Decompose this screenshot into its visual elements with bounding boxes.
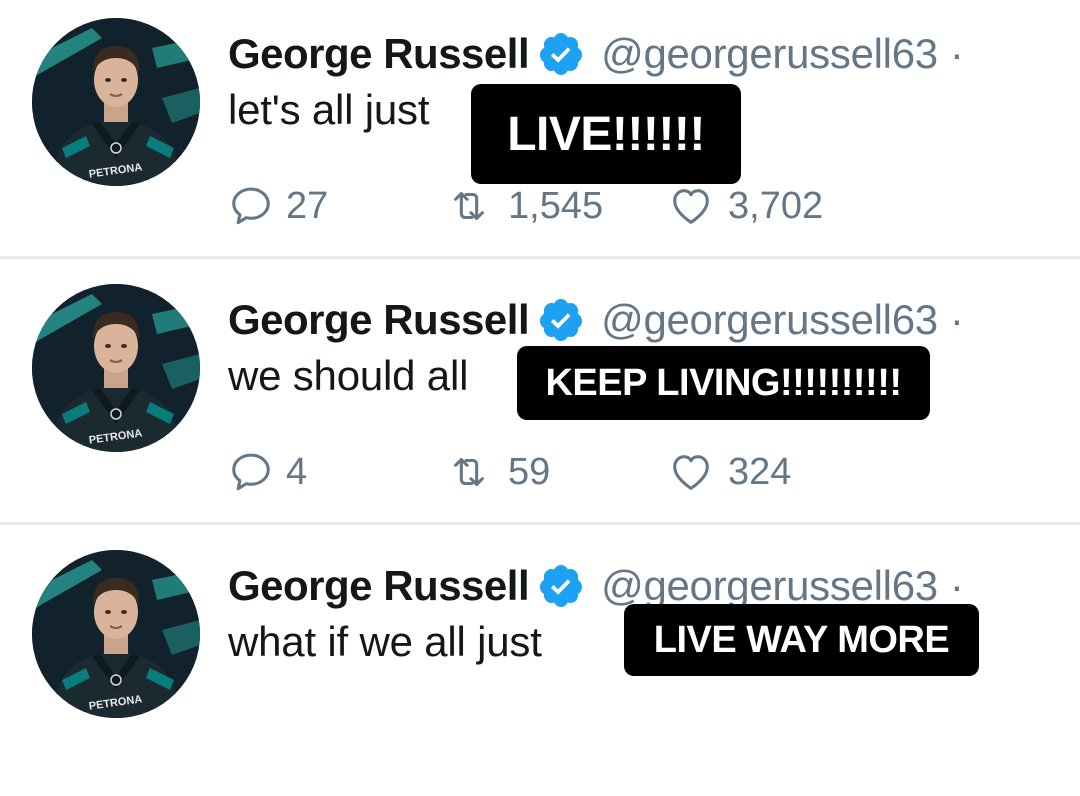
sticker-overlay: LIVE WAY MORE xyxy=(624,604,979,676)
tweet-text: we should all xyxy=(228,352,468,400)
verified-badge-icon xyxy=(537,562,585,610)
separator-dot: · xyxy=(949,30,964,77)
heart-icon xyxy=(666,183,716,229)
like-count: 3,702 xyxy=(728,184,824,227)
avatar[interactable] xyxy=(32,550,200,718)
tweet-3[interactable]: George Russell @georgerussell63 · what i… xyxy=(0,532,1080,796)
like-button[interactable]: 3,702 xyxy=(666,182,823,230)
avatar[interactable] xyxy=(32,18,200,186)
reply-icon xyxy=(228,449,274,495)
tweet-header: George Russell @georgerussell63 · xyxy=(228,26,964,82)
verified-badge-icon xyxy=(537,30,585,78)
tweet-text-visible: let's all just xyxy=(228,86,430,133)
reply-count: 4 xyxy=(286,450,308,493)
tweet-divider xyxy=(0,522,1080,525)
avatar[interactable] xyxy=(32,284,200,452)
username-handle[interactable]: @georgerussell63 xyxy=(601,562,938,610)
retweet-icon xyxy=(442,183,496,229)
display-name[interactable]: George Russell xyxy=(228,562,530,610)
retweet-button[interactable]: 59 xyxy=(442,448,550,496)
retweet-icon xyxy=(442,449,496,495)
tweet-text: what if we all just xyxy=(228,618,542,666)
verified-badge-icon xyxy=(537,296,585,344)
tweet-divider xyxy=(0,256,1080,259)
username-handle[interactable]: @georgerussell63 xyxy=(601,296,938,344)
retweet-count: 1,545 xyxy=(508,184,604,227)
avatar-image xyxy=(32,550,200,718)
tweet-2[interactable]: George Russell @georgerussell63 · we sho… xyxy=(0,266,1080,530)
heart-icon xyxy=(666,449,716,495)
sticker-overlay: KEEP LIVING!!!!!!!!!! xyxy=(517,346,930,420)
username-handle[interactable]: @georgerussell63 xyxy=(601,30,938,78)
retweet-count: 59 xyxy=(508,450,551,493)
retweet-button[interactable]: 1,545 xyxy=(442,182,603,230)
display-name[interactable]: George Russell xyxy=(228,296,530,344)
tweet-header: George Russell @georgerussell63 · xyxy=(228,292,964,348)
separator-dot: · xyxy=(949,296,964,343)
reply-icon xyxy=(228,183,274,229)
tweet-text-visible: what if we all just xyxy=(228,618,542,665)
tweet-text-visible: we should all xyxy=(228,352,469,399)
reply-button[interactable]: 27 xyxy=(228,182,328,230)
tweet-1[interactable]: George Russell @georgerussell63 · let's … xyxy=(0,0,1080,264)
reply-count: 27 xyxy=(286,184,329,227)
sticker-overlay: LIVE!!!!!! xyxy=(471,84,741,184)
like-count: 324 xyxy=(728,450,792,493)
like-button[interactable]: 324 xyxy=(666,448,791,496)
display-name[interactable]: George Russell xyxy=(228,30,530,78)
avatar-image xyxy=(32,284,200,452)
avatar-image xyxy=(32,18,200,186)
reply-button[interactable]: 4 xyxy=(228,448,307,496)
separator-dot: · xyxy=(949,562,964,609)
